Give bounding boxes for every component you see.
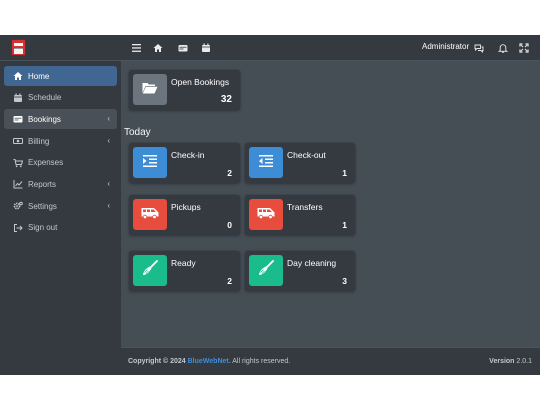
- chart-line-icon: [13, 179, 23, 189]
- open-bookings-card[interactable]: Open Bookings 32: [129, 70, 240, 110]
- transfers-card[interactable]: Transfers 1: [245, 195, 355, 235]
- pickups-icon-box: [133, 199, 167, 230]
- sign-out-icon: [13, 223, 23, 233]
- day-cleaning-label: Day cleaning: [287, 258, 337, 268]
- company-link[interactable]: BlueWebNet.: [188, 358, 231, 365]
- check-out-count: 1: [342, 168, 347, 178]
- sidebar-item-bookings[interactable]: Bookings ‹: [4, 109, 117, 130]
- comments-icon[interactable]: [474, 43, 484, 53]
- open-bookings-label: Open Bookings: [171, 77, 230, 87]
- sidebar-item-label: Schedule: [28, 93, 62, 103]
- today-heading: Today: [124, 127, 151, 138]
- shuttle-van-icon: [257, 206, 275, 224]
- ready-icon-box: [133, 255, 167, 286]
- broom-icon: [258, 260, 274, 281]
- id-card-icon: [13, 114, 23, 124]
- shuttle-van-icon: [141, 206, 159, 224]
- home-icon[interactable]: [153, 43, 163, 53]
- menu-icon[interactable]: [131, 43, 141, 53]
- sidebar-item-label: Bookings: [28, 114, 61, 124]
- brand-link[interactable]: [0, 35, 121, 61]
- sidebar-item-expenses[interactable]: Expenses: [4, 153, 117, 173]
- cart-icon: [13, 158, 23, 168]
- id-card-icon[interactable]: [178, 43, 188, 53]
- sidebar-item-reports[interactable]: Reports ‹: [4, 174, 117, 194]
- sidebar-item-settings[interactable]: Settings ‹: [4, 196, 117, 216]
- ready-label: Ready: [171, 258, 196, 268]
- user-menu[interactable]: Administrator: [422, 42, 469, 51]
- calendar-icon[interactable]: [201, 43, 211, 53]
- check-out-label: Check-out: [287, 150, 326, 160]
- ready-count: 2: [227, 276, 232, 286]
- sidebar-item-schedule[interactable]: Schedule: [4, 88, 117, 108]
- day-cleaning-icon-box: [249, 255, 283, 286]
- chevron-left-icon: ‹: [107, 179, 110, 189]
- version-number: 2.0.1: [516, 358, 532, 365]
- sidebar-item-billing[interactable]: Billing ‹: [4, 131, 117, 151]
- pickups-label: Pickups: [171, 202, 201, 212]
- check-in-label: Check-in: [171, 150, 205, 160]
- copyright-prefix: Copyright © 2024: [128, 358, 186, 365]
- cogs-icon: [13, 201, 23, 211]
- rights-text: All rights reserved.: [232, 358, 291, 365]
- ready-card[interactable]: Ready 2: [129, 251, 240, 291]
- open-bookings-count: 32: [220, 94, 232, 105]
- sidebar: Home Schedule Bookings ‹ Billing ‹ Expen…: [0, 35, 121, 375]
- expand-icon[interactable]: [519, 43, 529, 53]
- footer: Copyright © 2024 BlueWebNet. All rights …: [121, 347, 540, 375]
- chevron-left-icon: ‹: [107, 136, 110, 146]
- pickups-card[interactable]: Pickups 0: [129, 195, 240, 235]
- sidebar-item-sign-out[interactable]: Sign out: [4, 218, 117, 238]
- home-icon: [13, 71, 23, 81]
- bell-icon[interactable]: [498, 43, 508, 53]
- transfers-icon-box: [249, 199, 283, 230]
- folder-open-icon: [142, 81, 158, 99]
- sidebar-item-label: Settings: [28, 201, 57, 211]
- top-navbar: Administrator: [121, 35, 540, 61]
- version-info: Version 2.0.1: [489, 358, 532, 365]
- calendar-icon: [13, 93, 23, 103]
- day-cleaning-card[interactable]: Day cleaning 3: [245, 251, 355, 291]
- money-icon: [13, 136, 23, 146]
- sidebar-nav: Home Schedule Bookings ‹ Billing ‹ Expen…: [0, 66, 121, 240]
- version-label: Version: [489, 358, 515, 365]
- chevron-left-icon: ‹: [107, 114, 110, 124]
- outdent-icon: [259, 154, 273, 172]
- check-in-icon-box: [133, 147, 167, 178]
- app-logo[interactable]: [11, 39, 26, 56]
- sidebar-item-label: Billing: [28, 136, 50, 146]
- check-out-card[interactable]: Check-out 1: [245, 143, 355, 183]
- day-cleaning-count: 3: [342, 276, 347, 286]
- check-in-card[interactable]: Check-in 2: [129, 143, 240, 183]
- pickups-count: 0: [227, 220, 232, 230]
- check-in-count: 2: [227, 168, 232, 178]
- app-window: Home Schedule Bookings ‹ Billing ‹ Expen…: [0, 35, 540, 375]
- indent-icon: [143, 154, 157, 172]
- sidebar-item-label: Expenses: [28, 158, 64, 168]
- open-bookings-icon-box: [133, 74, 167, 105]
- chevron-left-icon: ‹: [107, 201, 110, 211]
- sidebar-item-home[interactable]: Home: [4, 66, 117, 86]
- transfers-label: Transfers: [287, 202, 323, 212]
- sidebar-item-label: Home: [28, 71, 50, 81]
- broom-icon: [142, 260, 158, 281]
- transfers-count: 1: [342, 220, 347, 230]
- copyright: Copyright © 2024 BlueWebNet. All rights …: [128, 358, 290, 365]
- check-out-icon-box: [249, 147, 283, 178]
- sidebar-item-label: Sign out: [28, 223, 58, 233]
- sidebar-item-label: Reports: [28, 179, 57, 189]
